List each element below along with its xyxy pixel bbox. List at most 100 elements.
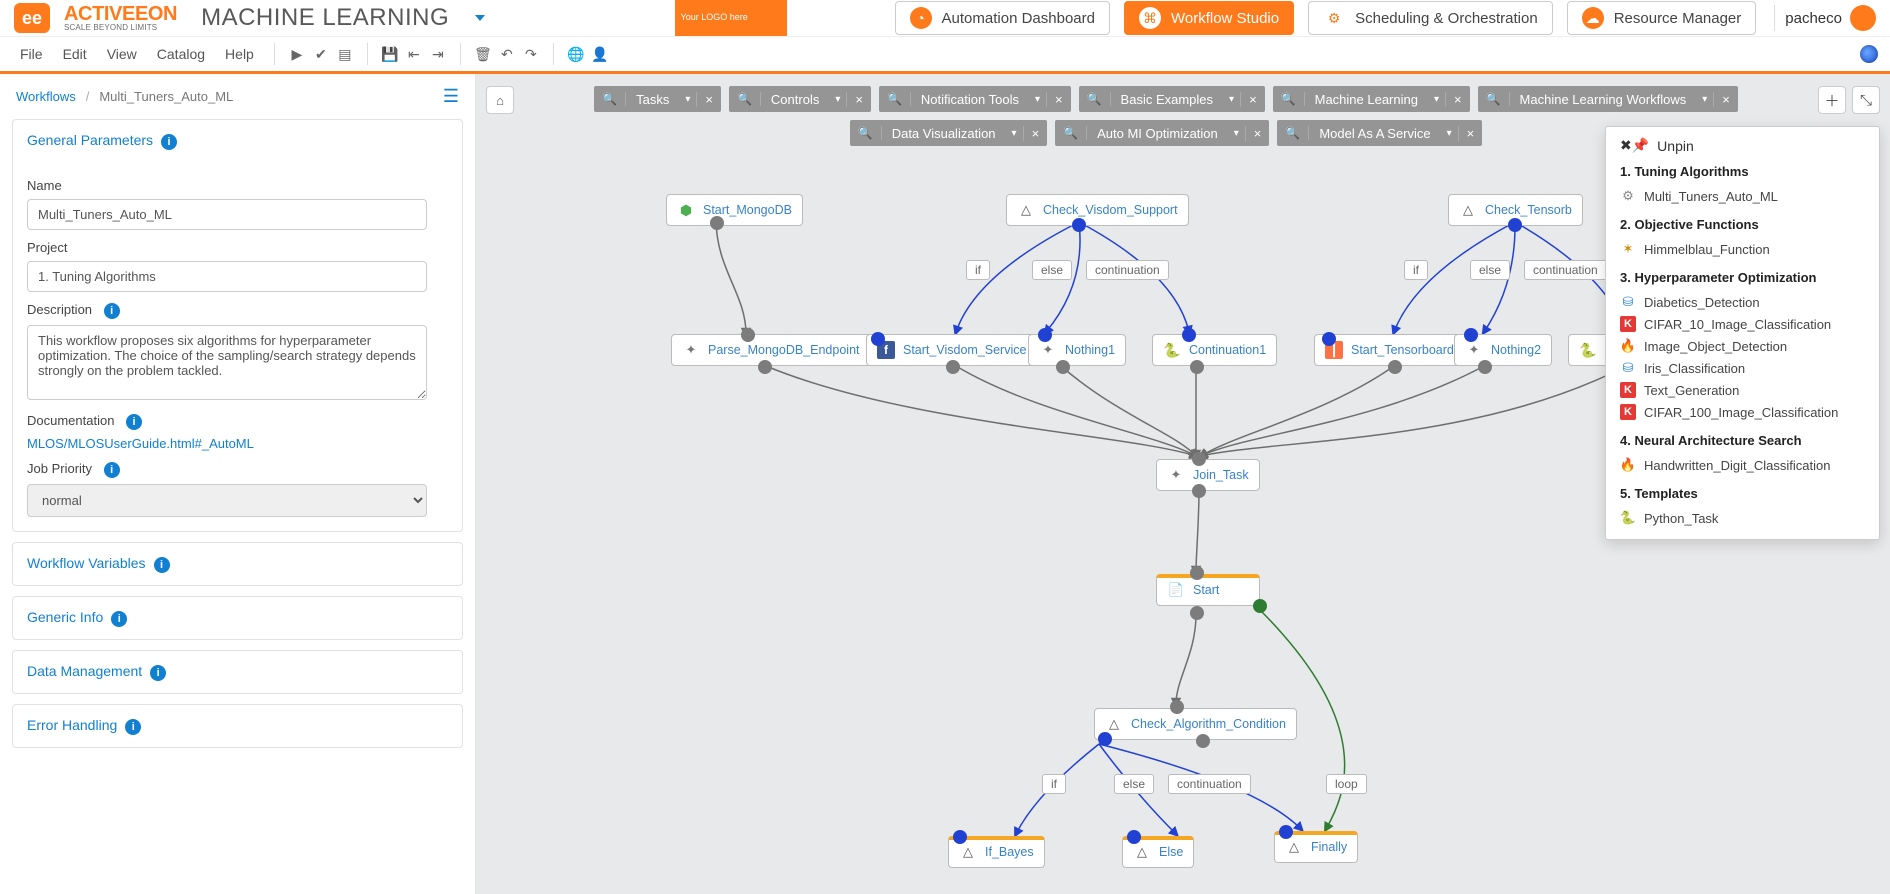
breadcrumb: Workflows / Multi_Tuners_Auto_ML ☰ (0, 74, 475, 119)
menu-edit[interactable]: Edit (55, 42, 95, 66)
panel-error-handling[interactable]: Error Handlingi (12, 704, 463, 748)
info-icon[interactable]: i (154, 557, 170, 573)
info-icon[interactable]: i (161, 134, 177, 150)
textarea-description[interactable]: This workflow proposes six algorithms fo… (27, 325, 427, 400)
python-icon: 🐍 (1579, 341, 1597, 359)
save-icon[interactable]: 💾 (380, 44, 400, 64)
menu-catalog[interactable]: Catalog (149, 42, 213, 66)
node-start-mongodb[interactable]: ⬢Start_MongoDB (666, 194, 803, 226)
port[interactable] (1190, 566, 1204, 580)
input-project[interactable] (27, 261, 427, 292)
section-title[interactable]: MACHINE LEARNING (201, 4, 449, 32)
unpin-item[interactable]: KText_Generation (1620, 379, 1865, 401)
unpin-item[interactable]: ⛁Diabetics_Detection (1620, 291, 1865, 313)
nav-workflow-studio[interactable]: ⌘Workflow Studio (1124, 1, 1294, 35)
node-start[interactable]: 📄Start (1156, 574, 1260, 606)
port[interactable] (1190, 360, 1204, 374)
python-icon: 🐍 (1163, 341, 1181, 359)
nav-resource-manager[interactable]: ☁Resource Manager (1567, 1, 1757, 35)
info-icon[interactable]: i (104, 303, 120, 319)
unpin-item[interactable]: KCIFAR_100_Image_Classification (1620, 401, 1865, 423)
globe-icon[interactable] (1860, 45, 1878, 63)
panel-header-general[interactable]: General Parametersi (13, 120, 462, 162)
port[interactable] (710, 216, 724, 230)
globe-share-icon[interactable]: 🌐 (566, 44, 586, 64)
port[interactable] (1056, 360, 1070, 374)
brand-name: ACTIVEEON (64, 4, 177, 24)
port[interactable] (946, 360, 960, 374)
nav-automation-dashboard[interactable]: ◔Automation Dashboard (895, 1, 1110, 35)
list-view-icon[interactable]: ☰ (443, 86, 459, 107)
documentation-link[interactable]: MLOS/MLOSUserGuide.html#_AutoML (27, 436, 254, 451)
input-name[interactable] (27, 199, 427, 230)
task-icon: ✦ (1465, 341, 1483, 359)
info-icon[interactable]: i (150, 665, 166, 681)
info-icon[interactable]: i (104, 462, 120, 478)
port[interactable] (1388, 360, 1402, 374)
unpin-item[interactable]: ⚙Multi_Tuners_Auto_ML (1620, 185, 1865, 207)
unpin-icon: ✖📌 (1620, 137, 1649, 154)
import-icon[interactable]: ⇤ (404, 44, 424, 64)
menu-view[interactable]: View (99, 42, 145, 66)
port[interactable] (1182, 328, 1196, 342)
port[interactable] (1464, 328, 1478, 342)
port[interactable] (1190, 606, 1204, 620)
panel-generic-info[interactable]: Generic Infoi (12, 596, 463, 640)
unpin-item[interactable]: ⛁Iris_Classification (1620, 357, 1865, 379)
port[interactable] (741, 328, 755, 342)
unpin-item[interactable]: 🔥Image_Object_Detection (1620, 335, 1865, 357)
unpin-item[interactable]: ✶Himmelblau_Function (1620, 238, 1865, 260)
unpin-title[interactable]: ✖📌Unpin (1620, 137, 1865, 154)
port[interactable] (758, 360, 772, 374)
function-icon: ✶ (1620, 241, 1636, 257)
port[interactable] (953, 830, 967, 844)
cloud-icon: ☁ (1582, 7, 1604, 29)
select-job-priority[interactable]: normal (27, 484, 427, 517)
breadcrumb-root[interactable]: Workflows (16, 89, 76, 104)
port[interactable] (1192, 452, 1206, 466)
node-join-task[interactable]: ✦Join_Task (1156, 459, 1260, 491)
section-dropdown-icon[interactable] (475, 15, 485, 21)
user-badge-icon[interactable]: 👤 (590, 44, 610, 64)
port[interactable] (1038, 328, 1052, 342)
port[interactable] (1322, 332, 1336, 346)
label-description: Description i (27, 302, 448, 319)
unpin-item[interactable]: KCIFAR_10_Image_Classification (1620, 313, 1865, 335)
unpin-section: 5. Templates (1620, 486, 1865, 501)
port[interactable] (1478, 360, 1492, 374)
node-check-visdom[interactable]: △Check_Visdom_Support (1006, 194, 1189, 226)
info-icon[interactable]: i (125, 719, 141, 735)
menu-help[interactable]: Help (217, 42, 262, 66)
node-check-algorithm[interactable]: △Check_Algorithm_Condition (1094, 708, 1297, 740)
unpin-item[interactable]: 🔥Handwritten_Digit_Classification (1620, 454, 1865, 476)
port[interactable] (1098, 732, 1112, 746)
port[interactable] (1192, 484, 1206, 498)
menu-file[interactable]: File (12, 42, 51, 66)
export-icon[interactable]: ⇥ (428, 44, 448, 64)
port-loop[interactable] (1253, 599, 1267, 613)
nav-scheduling[interactable]: ⚙Scheduling & Orchestration (1308, 1, 1553, 35)
port[interactable] (1508, 218, 1522, 232)
unpin-item[interactable]: 🐍Python_Task (1620, 507, 1865, 529)
workspace: Workflows / Multi_Tuners_Auto_ML ☰ Gener… (0, 74, 1890, 894)
panel-workflow-variables[interactable]: Workflow Variablesi (12, 542, 463, 586)
port[interactable] (871, 332, 885, 346)
port[interactable] (1127, 830, 1141, 844)
user-menu[interactable]: pacheco (1774, 5, 1876, 31)
panel-data-management[interactable]: Data Managementi (12, 650, 463, 694)
undo-icon[interactable]: ↶ (497, 44, 517, 64)
check-icon[interactable]: ✔ (311, 44, 331, 64)
node-parse-mongodb[interactable]: ✦Parse_MongoDB_Endpoint (671, 334, 871, 366)
node-continuation1[interactable]: 🐍Continuation1 (1152, 334, 1277, 366)
port[interactable] (1072, 218, 1086, 232)
info-icon[interactable]: i (126, 414, 142, 430)
play-icon[interactable]: ▶ (287, 44, 307, 64)
calendar-icon[interactable]: ▤ (335, 44, 355, 64)
port[interactable] (1170, 700, 1184, 714)
info-icon[interactable]: i (111, 611, 127, 627)
port[interactable] (1196, 734, 1210, 748)
workflow-canvas[interactable]: ⌂ 🔍Tasks▾×🔍Controls▾×🔍Notification Tools… (476, 74, 1890, 894)
redo-icon[interactable]: ↷ (521, 44, 541, 64)
port[interactable] (1279, 825, 1293, 839)
delete-icon[interactable]: 🗑 (473, 44, 493, 64)
